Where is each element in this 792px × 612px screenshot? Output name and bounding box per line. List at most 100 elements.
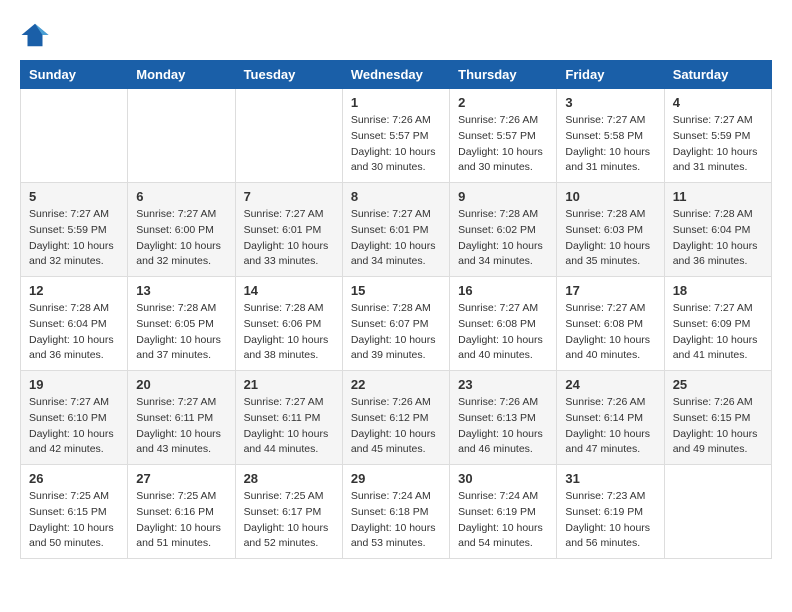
calendar-cell: 12 Sunrise: 7:28 AMSunset: 6:04 PMDayligh…	[21, 277, 128, 371]
calendar-week-row: 5Sunrise: 7:27 AMSunset: 5:59 PMDaylight…	[21, 183, 772, 277]
calendar-cell: 7 Sunrise: 7:27 AMSunset: 6:01 PMDaylight…	[235, 183, 342, 277]
weekday-header: Sunday	[21, 61, 128, 89]
calendar-cell: 9Sunrise: 7:28 AMSunset: 6:02 PMDaylight…	[450, 183, 557, 277]
calendar-week-row: 26Sunrise: 7:25 AMSunset: 6:15 PMDayligh…	[21, 465, 772, 559]
day-info: Sunrise: 7:25 AMSunset: 6:16 PMDaylight:…	[136, 489, 226, 552]
day-number: 1	[351, 95, 441, 110]
calendar-cell: 31 Sunrise: 7:23 AMSunset: 6:19 PMDayligh…	[557, 465, 664, 559]
calendar-cell: 13 Sunrise: 7:28 AMSunset: 6:05 PMDayligh…	[128, 277, 235, 371]
calendar-cell	[664, 465, 771, 559]
day-info: Sunrise: 7:26 AMSunset: 6:14 PMDaylight:…	[565, 395, 655, 458]
day-info: Sunrise: 7:28 AMSunset: 6:02 PMDaylight:…	[458, 207, 548, 270]
day-number: 22	[351, 377, 441, 392]
weekday-header: Wednesday	[342, 61, 449, 89]
day-number: 24	[565, 377, 655, 392]
day-number: 21	[244, 377, 334, 392]
day-info: Sunrise: 7:28 AMSunset: 6:04 PMDaylight:…	[29, 301, 119, 364]
day-info: Sunrise: 7:23 AMSunset: 6:19 PMDaylight:…	[565, 489, 655, 552]
logo	[20, 20, 52, 50]
day-number: 27	[136, 471, 226, 486]
calendar-cell: 29Sunrise: 7:24 AMSunset: 6:18 PMDayligh…	[342, 465, 449, 559]
day-number: 16	[458, 283, 548, 298]
day-number: 12	[29, 283, 119, 298]
calendar-cell: 1 Sunrise: 7:26 AMSunset: 5:57 PMDaylight…	[342, 89, 449, 183]
page-header	[20, 20, 772, 50]
calendar-cell: 10Sunrise: 7:28 AMSunset: 6:03 PMDayligh…	[557, 183, 664, 277]
calendar-cell: 25 Sunrise: 7:26 AMSunset: 6:15 PMDayligh…	[664, 371, 771, 465]
calendar-cell	[128, 89, 235, 183]
calendar-cell: 11 Sunrise: 7:28 AMSunset: 6:04 PMDayligh…	[664, 183, 771, 277]
day-info: Sunrise: 7:25 AMSunset: 6:17 PMDaylight:…	[244, 489, 334, 552]
calendar-cell: 20Sunrise: 7:27 AMSunset: 6:11 PMDayligh…	[128, 371, 235, 465]
calendar-week-row: 19 Sunrise: 7:27 AMSunset: 6:10 PMDayligh…	[21, 371, 772, 465]
calendar-cell: 6Sunrise: 7:27 AMSunset: 6:00 PMDaylight…	[128, 183, 235, 277]
day-number: 8	[351, 189, 441, 204]
calendar-cell: 18 Sunrise: 7:27 AMSunset: 6:09 PMDayligh…	[664, 277, 771, 371]
day-number: 11	[673, 189, 763, 204]
day-info: Sunrise: 7:27 AMSunset: 6:08 PMDaylight:…	[565, 301, 655, 364]
day-number: 14	[244, 283, 334, 298]
weekday-header: Thursday	[450, 61, 557, 89]
calendar-cell: 15Sunrise: 7:28 AMSunset: 6:07 PMDayligh…	[342, 277, 449, 371]
day-number: 28	[244, 471, 334, 486]
weekday-header: Tuesday	[235, 61, 342, 89]
day-number: 5	[29, 189, 119, 204]
day-number: 3	[565, 95, 655, 110]
day-info: Sunrise: 7:27 AMSunset: 6:10 PMDaylight:…	[29, 395, 119, 458]
calendar-cell: 16 Sunrise: 7:27 AMSunset: 6:08 PMDayligh…	[450, 277, 557, 371]
calendar-cell	[235, 89, 342, 183]
calendar-cell: 5Sunrise: 7:27 AMSunset: 5:59 PMDaylight…	[21, 183, 128, 277]
day-number: 13	[136, 283, 226, 298]
day-info: Sunrise: 7:24 AMSunset: 6:19 PMDaylight:…	[458, 489, 548, 552]
logo-icon	[20, 20, 50, 50]
calendar-cell: 8 Sunrise: 7:27 AMSunset: 6:01 PMDaylight…	[342, 183, 449, 277]
day-number: 23	[458, 377, 548, 392]
day-info: Sunrise: 7:25 AMSunset: 6:15 PMDaylight:…	[29, 489, 119, 552]
calendar-cell: 22 Sunrise: 7:26 AMSunset: 6:12 PMDayligh…	[342, 371, 449, 465]
calendar-table: SundayMondayTuesdayWednesdayThursdayFrid…	[20, 60, 772, 559]
day-info: Sunrise: 7:28 AMSunset: 6:05 PMDaylight:…	[136, 301, 226, 364]
day-info: Sunrise: 7:27 AMSunset: 6:11 PMDaylight:…	[244, 395, 334, 458]
day-info: Sunrise: 7:27 AMSunset: 6:11 PMDaylight:…	[136, 395, 226, 458]
day-info: Sunrise: 7:27 AMSunset: 5:59 PMDaylight:…	[673, 113, 763, 176]
day-number: 7	[244, 189, 334, 204]
calendar-week-row: 12 Sunrise: 7:28 AMSunset: 6:04 PMDayligh…	[21, 277, 772, 371]
day-info: Sunrise: 7:27 AMSunset: 5:58 PMDaylight:…	[565, 113, 655, 176]
calendar-week-row: 1 Sunrise: 7:26 AMSunset: 5:57 PMDaylight…	[21, 89, 772, 183]
calendar-cell: 14 Sunrise: 7:28 AMSunset: 6:06 PMDayligh…	[235, 277, 342, 371]
day-info: Sunrise: 7:26 AMSunset: 6:15 PMDaylight:…	[673, 395, 763, 458]
day-info: Sunrise: 7:26 AMSunset: 6:12 PMDaylight:…	[351, 395, 441, 458]
day-number: 2	[458, 95, 548, 110]
calendar-cell: 26Sunrise: 7:25 AMSunset: 6:15 PMDayligh…	[21, 465, 128, 559]
day-info: Sunrise: 7:26 AMSunset: 5:57 PMDaylight:…	[351, 113, 441, 176]
calendar-cell: 17 Sunrise: 7:27 AMSunset: 6:08 PMDayligh…	[557, 277, 664, 371]
calendar-cell: 2 Sunrise: 7:26 AMSunset: 5:57 PMDaylight…	[450, 89, 557, 183]
calendar-cell: 19 Sunrise: 7:27 AMSunset: 6:10 PMDayligh…	[21, 371, 128, 465]
day-number: 18	[673, 283, 763, 298]
calendar-cell: 28 Sunrise: 7:25 AMSunset: 6:17 PMDayligh…	[235, 465, 342, 559]
calendar-header-row: SundayMondayTuesdayWednesdayThursdayFrid…	[21, 61, 772, 89]
day-info: Sunrise: 7:27 AMSunset: 6:01 PMDaylight:…	[351, 207, 441, 270]
day-number: 6	[136, 189, 226, 204]
day-number: 17	[565, 283, 655, 298]
calendar-cell: 24 Sunrise: 7:26 AMSunset: 6:14 PMDayligh…	[557, 371, 664, 465]
day-info: Sunrise: 7:27 AMSunset: 6:01 PMDaylight:…	[244, 207, 334, 270]
day-info: Sunrise: 7:27 AMSunset: 6:08 PMDaylight:…	[458, 301, 548, 364]
calendar-cell: 3 Sunrise: 7:27 AMSunset: 5:58 PMDaylight…	[557, 89, 664, 183]
day-info: Sunrise: 7:27 AMSunset: 6:09 PMDaylight:…	[673, 301, 763, 364]
day-info: Sunrise: 7:28 AMSunset: 6:04 PMDaylight:…	[673, 207, 763, 270]
weekday-header: Friday	[557, 61, 664, 89]
day-info: Sunrise: 7:28 AMSunset: 6:03 PMDaylight:…	[565, 207, 655, 270]
day-number: 4	[673, 95, 763, 110]
day-info: Sunrise: 7:28 AMSunset: 6:06 PMDaylight:…	[244, 301, 334, 364]
day-info: Sunrise: 7:26 AMSunset: 6:13 PMDaylight:…	[458, 395, 548, 458]
day-number: 15	[351, 283, 441, 298]
day-info: Sunrise: 7:26 AMSunset: 5:57 PMDaylight:…	[458, 113, 548, 176]
calendar-cell: 21 Sunrise: 7:27 AMSunset: 6:11 PMDayligh…	[235, 371, 342, 465]
calendar-cell: 27 Sunrise: 7:25 AMSunset: 6:16 PMDayligh…	[128, 465, 235, 559]
day-number: 19	[29, 377, 119, 392]
day-number: 30	[458, 471, 548, 486]
day-number: 25	[673, 377, 763, 392]
calendar-cell: 30 Sunrise: 7:24 AMSunset: 6:19 PMDayligh…	[450, 465, 557, 559]
day-number: 31	[565, 471, 655, 486]
